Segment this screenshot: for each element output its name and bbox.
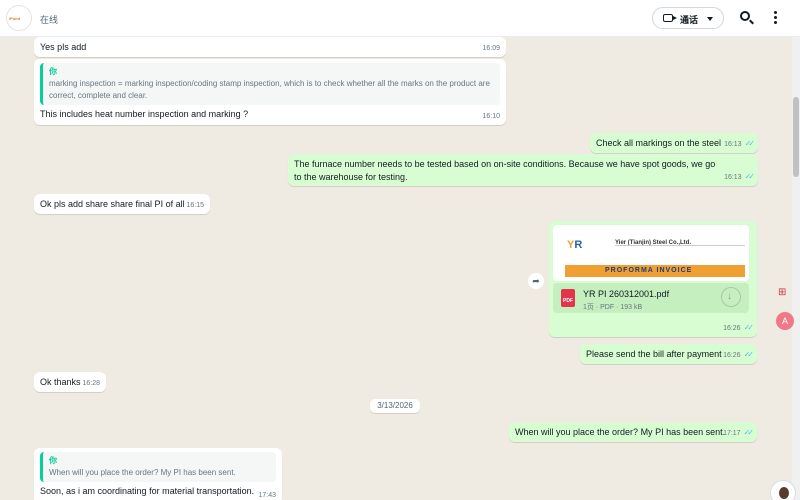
time-text: 16:13 — [724, 141, 742, 148]
message-time: 16:09 — [482, 45, 500, 52]
message-text: Soon, as i am coordinating for material … — [40, 486, 255, 496]
call-button[interactable]: 通话 — [652, 7, 724, 29]
message-outgoing[interactable]: The furnace number needs to be tested ba… — [288, 154, 758, 186]
read-ticks-icon: ✓✓ — [744, 139, 756, 148]
message-incoming[interactable]: Yes pls add 16:09 — [34, 37, 506, 57]
time-text: 16:13 — [724, 174, 742, 181]
pdf-icon: PDF — [561, 289, 575, 307]
message-text: Yes pls add — [40, 42, 87, 52]
message-time: 17:17 ✓✓ — [723, 426, 755, 440]
menu-icon[interactable] — [774, 11, 778, 25]
time-text: 16:26 — [723, 352, 741, 359]
document-file-row[interactable]: PDF YR PI 260312001.pdf 1页 · PDF · 193 k… — [553, 283, 749, 313]
message-time: 16:15 — [186, 202, 204, 209]
message-text: The furnace number needs to be tested ba… — [294, 159, 716, 182]
contact-avatar[interactable]: iPoint — [6, 5, 32, 31]
scrollbar-thumb[interactable] — [793, 97, 799, 177]
message-time: 16:26 ✓✓ — [723, 321, 755, 335]
message-text: Ok thanks — [40, 377, 81, 387]
forward-icon[interactable]: ➦ — [528, 273, 544, 289]
message-outgoing[interactable]: Check all markings on the steel 16:13 ✓✓ — [590, 133, 758, 153]
message-incoming[interactable]: Ok thanks 16:28 — [34, 372, 106, 392]
message-list[interactable]: Yes pls add 16:09 你 marking inspection =… — [0, 37, 792, 500]
search-icon[interactable] — [740, 11, 750, 21]
read-ticks-icon: ✓✓ — [744, 172, 756, 181]
contact-status: 在线 — [40, 15, 59, 25]
chat-header: iPoint 在线 通话 — [0, 0, 800, 37]
quote-author: 你 — [49, 456, 57, 465]
quoted-message[interactable]: 你 marking inspection = marking inspectio… — [40, 63, 500, 105]
message-time: 16:13 ✓✓ — [724, 170, 756, 184]
read-ticks-icon: ✓✓ — [743, 323, 755, 332]
read-ticks-icon: ✓✓ — [743, 350, 755, 359]
message-time: 16:10 — [482, 113, 500, 120]
side-apps-icon[interactable]: ⊞ — [778, 287, 792, 301]
avatar-logo-text: iPoint — [9, 16, 21, 21]
message-incoming[interactable]: 你 When will you place the order? My PI h… — [34, 448, 282, 500]
company-logo: YR — [567, 239, 583, 251]
chat-scrollbar[interactable] — [792, 37, 800, 500]
message-incoming[interactable]: 你 marking inspection = marking inspectio… — [34, 59, 506, 125]
date-divider: 3/13/2026 — [370, 399, 420, 413]
message-time: 17:43 — [258, 492, 276, 499]
message-incoming[interactable]: Ok pls add share share final PI of all 1… — [34, 194, 210, 214]
message-outgoing[interactable]: When will you place the order? My PI has… — [509, 422, 757, 442]
file-name: YR PI 260312001.pdf — [583, 289, 670, 299]
message-text: Ok pls add share share final PI of all — [40, 199, 185, 209]
time-text: 16:26 — [723, 325, 741, 332]
message-time: 16:26 ✓✓ — [723, 348, 755, 362]
message-outgoing[interactable]: Please send the bill after payment 16:26… — [580, 344, 757, 364]
quote-text: marking inspection = marking inspection/… — [49, 79, 490, 100]
side-assistant-avatar[interactable] — [770, 480, 796, 500]
message-time: 16:28 — [82, 380, 100, 387]
time-text: 17:17 — [723, 430, 741, 437]
quoted-message[interactable]: 你 When will you place the order? My PI h… — [40, 452, 276, 482]
chevron-down-icon — [707, 17, 713, 21]
preview-lines — [615, 245, 745, 255]
message-text: When will you place the order? My PI has… — [515, 427, 726, 437]
message-text: This includes heat number inspection and… — [40, 109, 249, 119]
file-meta: 1页 · PDF · 193 kB — [583, 304, 643, 311]
document-message[interactable]: YR Yier (Tianjin) Steel Co.,Ltd. PROFORM… — [549, 221, 757, 337]
message-time: 16:13 ✓✓ — [724, 137, 756, 151]
quote-author: 你 — [49, 67, 57, 76]
call-label: 通话 — [680, 15, 699, 25]
download-icon[interactable] — [721, 287, 741, 307]
quote-text: When will you place the order? My PI has… — [49, 468, 236, 477]
read-ticks-icon: ✓✓ — [743, 428, 755, 437]
message-text: Please send the bill after payment — [586, 349, 722, 359]
side-translate-icon[interactable]: A — [776, 312, 794, 330]
document-preview[interactable]: YR Yier (Tianjin) Steel Co.,Ltd. PROFORM… — [553, 225, 749, 281]
video-icon — [663, 14, 677, 22]
preview-band: PROFORMA INVOICE — [565, 265, 745, 277]
message-text: Check all markings on the steel — [596, 138, 722, 148]
